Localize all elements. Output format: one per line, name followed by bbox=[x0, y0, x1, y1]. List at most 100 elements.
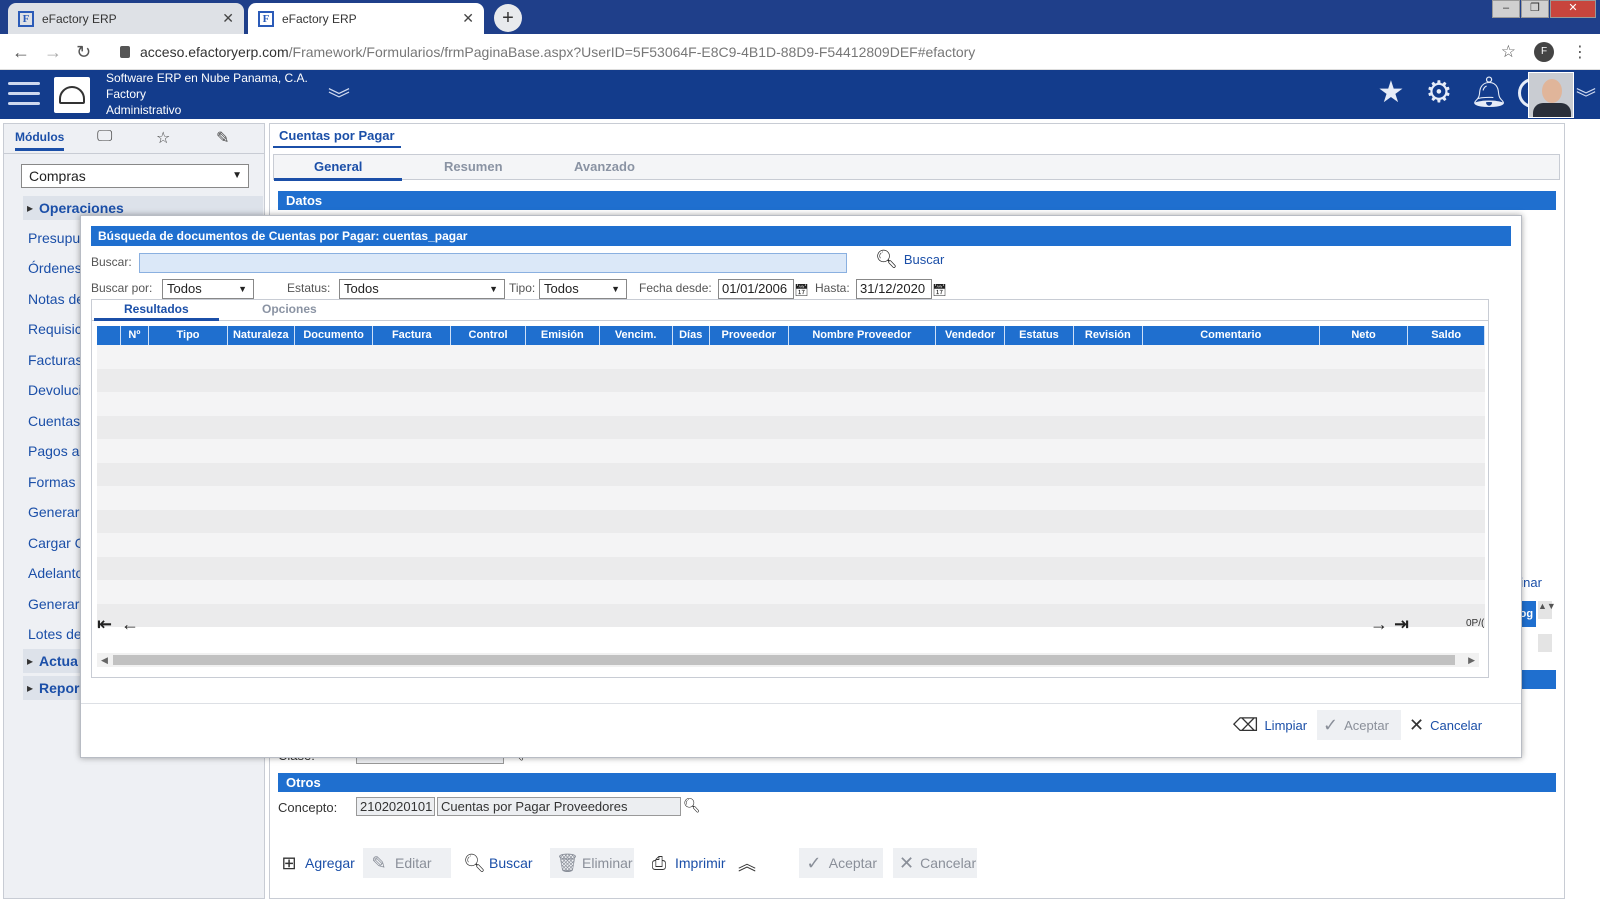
col-numero[interactable]: Nº bbox=[121, 326, 150, 345]
previous-page-icon[interactable]: ← bbox=[121, 614, 139, 635]
col-estatus[interactable]: Estatus bbox=[1005, 326, 1074, 345]
back-arrow-icon[interactable]: ← bbox=[12, 42, 30, 63]
col-select[interactable] bbox=[97, 326, 121, 345]
col-comentario[interactable]: Comentario bbox=[1143, 326, 1320, 345]
tab-modulos[interactable]: Módulos bbox=[15, 130, 65, 151]
reload-icon[interactable]: ↻ bbox=[76, 42, 91, 63]
menu-item[interactable]: Cuentas bbox=[28, 413, 80, 429]
calendar-icon[interactable]: 📅︎ bbox=[794, 281, 809, 299]
table-row[interactable] bbox=[97, 368, 1485, 392]
dialog-accept-button[interactable]: ✓ Aceptar bbox=[1317, 710, 1401, 740]
menu-item[interactable]: Órdenes bbox=[28, 260, 82, 276]
col-vendedor[interactable]: Vendedor bbox=[936, 326, 1006, 345]
add-button[interactable]: ⊞ Agregar bbox=[273, 848, 361, 878]
scroll-right-icon[interactable]: ▶ bbox=[1468, 653, 1475, 667]
search-execute-button[interactable]: 🔍︎ Buscar bbox=[875, 249, 944, 270]
next-page-icon[interactable]: → bbox=[1370, 614, 1388, 635]
favorites-star-icon[interactable]: ★ bbox=[1374, 76, 1408, 110]
col-control[interactable]: Control bbox=[451, 326, 526, 345]
calendar-icon[interactable]: 📅︎ bbox=[932, 281, 947, 299]
scroll-left-icon[interactable]: ◀ bbox=[101, 653, 108, 667]
module-select[interactable]: Compras ▼ bbox=[21, 164, 249, 188]
minimize-icon[interactable]: – bbox=[1492, 0, 1520, 18]
edit-button[interactable]: ✎ Editar bbox=[363, 848, 451, 878]
menu-item[interactable]: Pagos a bbox=[28, 443, 79, 459]
user-menu-chevron-icon[interactable]: ︾ bbox=[1576, 82, 1596, 111]
edit-document-icon[interactable]: ✎ bbox=[216, 128, 229, 148]
hasta-field[interactable]: 31/12/2020 📅︎ bbox=[856, 279, 947, 299]
col-proveedor[interactable]: Proveedor bbox=[710, 326, 789, 345]
browser-menu-icon[interactable]: ⋮ bbox=[1572, 42, 1588, 62]
buscar-por-select[interactable]: Todos ▼ bbox=[162, 279, 254, 299]
scrollbar-thumb[interactable] bbox=[113, 655, 1455, 665]
col-vencimiento[interactable]: Vencim. bbox=[600, 326, 673, 345]
col-nombre-proveedor[interactable]: Nombre Proveedor bbox=[789, 326, 937, 345]
table-row[interactable] bbox=[97, 486, 1485, 510]
menu-item[interactable]: Requisic bbox=[28, 321, 82, 337]
col-emision[interactable]: Emisión bbox=[526, 326, 600, 345]
fecha-desde-field[interactable]: 01/01/2006 📅︎ bbox=[718, 279, 809, 299]
concepto-description-field[interactable]: Cuentas por Pagar Proveedores bbox=[437, 797, 681, 816]
menu-item[interactable]: Facturas bbox=[28, 352, 82, 368]
settings-gear-icon[interactable]: ⚙ bbox=[1422, 76, 1456, 110]
menu-item[interactable]: Devoluci bbox=[28, 382, 82, 398]
last-page-icon[interactable]: ⇥ bbox=[1394, 614, 1409, 635]
print-button[interactable]: ⎙ Imprimir bbox=[643, 848, 732, 878]
menu-item[interactable]: Cargar C bbox=[28, 535, 85, 551]
table-row[interactable] bbox=[97, 439, 1485, 463]
table-row[interactable] bbox=[97, 509, 1485, 533]
vertical-scroll-arrows[interactable]: ▲▼ bbox=[1538, 601, 1556, 619]
tipo-select[interactable]: Todos ▼ bbox=[539, 279, 627, 299]
concepto-code-field[interactable]: 2102020101 bbox=[356, 797, 435, 816]
first-page-icon[interactable]: ⇤ bbox=[97, 614, 112, 635]
double-chevron-down-icon[interactable]: ︾ bbox=[328, 82, 350, 114]
menu-item[interactable]: Generar bbox=[28, 596, 79, 612]
horizontal-scrollbar[interactable]: ◀ ▶ bbox=[97, 653, 1479, 667]
col-revision[interactable]: Revisión bbox=[1074, 326, 1143, 345]
estatus-select[interactable]: Todos ▼ bbox=[339, 279, 505, 299]
url-field[interactable]: acceso.efactoryerp.com/Framework/Formula… bbox=[110, 39, 1510, 65]
table-row[interactable] bbox=[97, 345, 1485, 369]
table-row[interactable] bbox=[97, 580, 1485, 604]
col-dias[interactable]: Días bbox=[673, 326, 710, 345]
collapse-toolbar-button[interactable]: ︽ bbox=[731, 848, 763, 878]
tab-opciones[interactable]: Opciones bbox=[262, 302, 317, 316]
user-avatar[interactable] bbox=[1528, 72, 1574, 118]
col-tipo[interactable]: Tipo bbox=[149, 326, 228, 345]
browser-tab-1[interactable]: F eFactory ERP ✕ bbox=[8, 3, 244, 34]
dialog-cancel-button[interactable]: ✕ Cancelar bbox=[1403, 710, 1488, 740]
window-close-icon[interactable]: ✕ bbox=[1550, 0, 1596, 18]
menu-item[interactable]: Notas de bbox=[28, 291, 84, 307]
monitor-icon[interactable]: 🖵 bbox=[97, 128, 112, 146]
menu-item[interactable]: Adelanto bbox=[28, 565, 83, 581]
col-documento[interactable]: Documento bbox=[295, 326, 374, 345]
col-neto[interactable]: Neto bbox=[1320, 326, 1409, 345]
search-input[interactable] bbox=[139, 253, 847, 273]
table-row[interactable] bbox=[97, 462, 1485, 486]
browser-tab-2[interactable]: F eFactory ERP ✕ bbox=[248, 3, 484, 34]
tab-general[interactable]: General bbox=[274, 159, 403, 181]
tab-resumen[interactable]: Resumen bbox=[444, 159, 503, 174]
notifications-bell-icon[interactable]: 🔔︎ bbox=[1470, 76, 1508, 110]
col-factura[interactable]: Factura bbox=[373, 326, 452, 345]
tab-resultados[interactable]: Resultados bbox=[94, 302, 219, 321]
favorites-star-outline-icon[interactable]: ☆ bbox=[156, 128, 170, 148]
cancel-button[interactable]: ✕ Cancelar bbox=[893, 848, 977, 878]
tab-avanzado[interactable]: Avanzado bbox=[574, 159, 635, 174]
bookmark-star-icon[interactable]: ☆ bbox=[1501, 42, 1516, 62]
accept-button[interactable]: ✓ Aceptar bbox=[799, 848, 883, 878]
hamburger-menu-icon[interactable] bbox=[8, 82, 40, 106]
profile-avatar-icon[interactable]: F bbox=[1534, 42, 1554, 62]
table-row[interactable] bbox=[97, 415, 1485, 439]
table-row[interactable] bbox=[97, 392, 1485, 416]
new-tab-button[interactable]: + bbox=[494, 4, 522, 32]
close-tab-icon[interactable]: ✕ bbox=[462, 10, 474, 27]
delete-button[interactable]: 🗑︎ Eliminar bbox=[550, 848, 634, 878]
concepto-search-icon[interactable]: 🔍︎ bbox=[683, 797, 701, 814]
menu-item[interactable]: Formas L bbox=[28, 474, 87, 490]
menu-item[interactable]: Lotes de bbox=[28, 626, 82, 642]
scroll-stub[interactable] bbox=[1538, 634, 1552, 652]
table-row[interactable] bbox=[97, 556, 1485, 580]
col-saldo[interactable]: Saldo bbox=[1408, 326, 1486, 345]
search-button[interactable]: 🔍︎ Buscar bbox=[457, 848, 539, 878]
